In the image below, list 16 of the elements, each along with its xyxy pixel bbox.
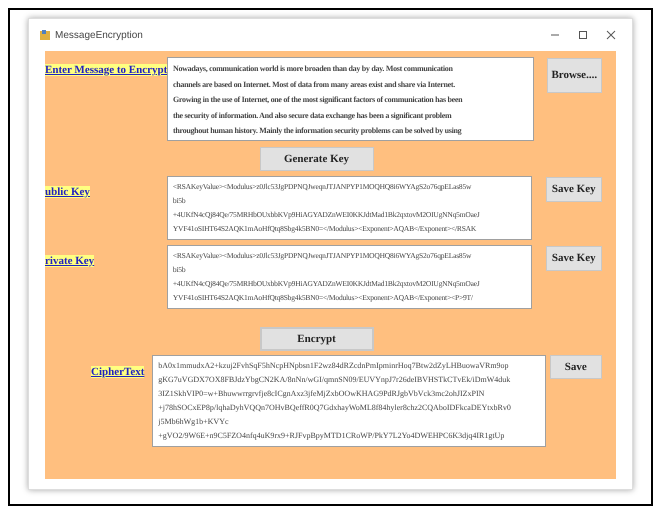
close-icon[interactable] — [606, 30, 616, 40]
text-area[interactable]: Nowadays, communication world is more broaden than day by day. Most communication channels are based on Internet. Most of data from many areas exist and share via Internet. Growing in the use of Internet, one of the most significant factors of communication has been the security of information. And also secure data exchange has been a significant problem throughout human history. Mainly the information security problems can be solved by using — [167, 57, 534, 141]
action-button[interactable]: Save Key — [546, 246, 602, 271]
action-button[interactable]: Browse.... — [546, 58, 602, 93]
field-label: Enter Message to Encrypt — [45, 64, 168, 76]
action-button[interactable]: Generate Key — [260, 147, 374, 171]
field-label: rivate Key — [45, 255, 94, 267]
field-label: CipherText — [91, 366, 144, 378]
window-title: MessageEncryption — [55, 28, 143, 42]
action-button[interactable]: Save Key — [546, 177, 602, 202]
text-area[interactable]: bA0x1mmudxA2+kzuj2FvhSqF5hNcpHNpbsn1F2wz84dRZcdnPmIpminrHoq7Btw2dZyLHBuowaVRm9op gKG7uVGDX7OX8FBJdzYbgCN2KA/8nNn/wGI/qmnSN09/EUVYnpJ7r26deIBVHSTkCTvEk/iDmW4duk 3IZ1SkhVIP0=w+Bhuwwrrgrvfje8cICgnAxz3jfeMjZxbOOwKHAG9PdRJgbVbVck3mc2ohJIZxPIN +j78hSOCxEP8p/lqhaDyhVQQn7OHvBQeffR0Q7GdxhayWoML8f84hyler8chz2CQAboIDFkcaDEYtxbRv0 j5Mb6hWg1b+KVYc +gVO2/9W6E+n9C5FZO4nfq4uK9rx9+RJFvpBpyMTD1CRoWP/PkY7L2Yo4DWEHPC6K3djq4IR1gtUp — [152, 355, 546, 447]
action-button[interactable]: Save — [550, 355, 602, 379]
maximize-icon[interactable] — [578, 30, 588, 40]
field-label: ublic Key — [45, 186, 90, 198]
action-button[interactable]: Encrypt — [260, 327, 374, 351]
app-icon — [39, 29, 51, 41]
